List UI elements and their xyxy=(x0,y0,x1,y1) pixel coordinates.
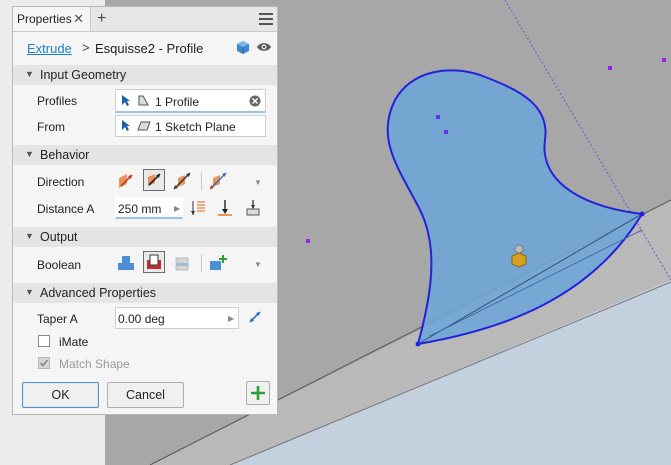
taper-value: 0.00 deg xyxy=(118,312,165,326)
direction-default-button[interactable] xyxy=(115,170,137,192)
chevron-right-icon[interactable]: ▶ xyxy=(174,204,180,213)
toolbar-separator xyxy=(201,254,202,272)
direction-symmetric-button[interactable] xyxy=(171,170,193,192)
profile-shape-icon xyxy=(138,95,149,106)
distance-through-button[interactable] xyxy=(214,197,236,219)
section-advanced-properties[interactable]: ▼ Advanced Properties xyxy=(13,283,277,303)
boolean-new-solid-button[interactable] xyxy=(207,252,229,274)
distance-label: Distance A xyxy=(37,202,95,216)
distance-input[interactable]: 250 mm ▶ xyxy=(115,197,183,219)
match-shape-checkbox[interactable] xyxy=(38,357,50,369)
breadcrumb-separator: > xyxy=(82,40,90,55)
toolbar-separator xyxy=(201,172,202,190)
collapse-icon: ▼ xyxy=(25,231,34,241)
from-label: From xyxy=(37,120,65,134)
boolean-label: Boolean xyxy=(37,258,82,272)
from-selector[interactable]: 1 Sketch Plane xyxy=(115,115,266,137)
direction-flipped-button[interactable] xyxy=(143,169,165,191)
direction-flipped-icon xyxy=(148,173,161,186)
new-solid-icon xyxy=(210,255,227,270)
tab-properties-label: Properties xyxy=(17,12,72,26)
distance-through-icon xyxy=(218,200,232,216)
distance-to-icon xyxy=(191,201,205,215)
profiles-selector[interactable]: 1 Profile xyxy=(115,89,266,113)
breadcrumb: Extrude > Esquisse2 - Profile xyxy=(13,31,277,65)
boolean-intersect-icon xyxy=(175,257,189,271)
from-value: 1 Sketch Plane xyxy=(155,120,236,134)
sketch-point[interactable] xyxy=(662,58,666,62)
sketch-point[interactable] xyxy=(608,66,612,70)
direction-label: Direction xyxy=(37,175,85,189)
page-title: Esquisse2 - Profile xyxy=(95,41,204,56)
distance-between-icon xyxy=(246,200,260,216)
boolean-intersect-button[interactable] xyxy=(171,252,193,274)
direction-asymmetric-button[interactable] xyxy=(207,170,229,192)
section-input-geometry-label: Input Geometry xyxy=(40,68,127,82)
cancel-button[interactable]: Cancel xyxy=(107,382,184,408)
collapse-icon: ▼ xyxy=(25,287,34,297)
profiles-label: Profiles xyxy=(37,94,78,108)
chevron-right-icon[interactable]: ▶ xyxy=(228,314,234,323)
collapse-icon: ▼ xyxy=(25,149,34,159)
cube-icon[interactable] xyxy=(235,39,251,55)
imate-label: iMate xyxy=(59,335,89,349)
match-shape-label: Match Shape xyxy=(59,357,130,371)
checkmark-icon xyxy=(39,359,49,367)
boolean-join-button[interactable] xyxy=(115,252,137,274)
imate-checkbox[interactable] xyxy=(38,335,50,347)
chevron-down-icon[interactable]: ▼ xyxy=(254,260,262,269)
section-output-label: Output xyxy=(40,230,78,244)
sketch-point[interactable] xyxy=(436,115,440,119)
add-tab-icon[interactable]: + xyxy=(97,7,106,31)
eye-icon[interactable] xyxy=(256,41,272,53)
direction-default-icon xyxy=(119,174,133,188)
close-icon[interactable]: ✕ xyxy=(73,7,84,31)
sketch-point[interactable] xyxy=(444,130,448,134)
boolean-join-icon xyxy=(118,256,134,270)
profiles-value: 1 Profile xyxy=(155,95,200,109)
plus-icon xyxy=(251,386,265,400)
section-input-geometry[interactable]: ▼ Input Geometry xyxy=(13,65,277,85)
distance-between-button[interactable] xyxy=(242,197,264,219)
distance-value: 250 mm xyxy=(118,202,162,216)
section-behavior-label: Behavior xyxy=(40,148,90,162)
direction-asymmetric-icon xyxy=(209,172,227,190)
breadcrumb-extrude-link[interactable]: Extrude xyxy=(27,41,72,56)
apply-add-button[interactable] xyxy=(246,381,270,405)
section-behavior[interactable]: ▼ Behavior xyxy=(13,145,277,165)
select-arrow-icon xyxy=(122,120,130,131)
boolean-cut-icon xyxy=(147,254,161,269)
tab-properties[interactable]: Properties ✕ xyxy=(13,7,91,31)
clear-selection-icon[interactable] xyxy=(249,95,261,107)
sketch-point[interactable] xyxy=(306,239,310,243)
section-output[interactable]: ▼ Output xyxy=(13,227,277,247)
properties-panel: Properties ✕ + Extrude > Esquisse2 - Pro… xyxy=(12,6,278,415)
sketch-plane-icon xyxy=(137,121,151,131)
profile-vertex[interactable] xyxy=(415,341,421,347)
select-arrow-icon xyxy=(122,95,130,106)
ok-button[interactable]: OK xyxy=(22,382,99,408)
section-advanced-label: Advanced Properties xyxy=(40,286,157,300)
taper-label: Taper A xyxy=(37,312,78,326)
panel-tab-bar: Properties ✕ + xyxy=(13,7,277,32)
collapse-icon: ▼ xyxy=(25,69,34,79)
distance-to-button[interactable] xyxy=(188,197,210,219)
flip-taper-icon[interactable] xyxy=(247,309,263,325)
taper-input[interactable]: 0.00 deg ▶ xyxy=(115,307,239,329)
boolean-cut-button[interactable] xyxy=(143,251,165,273)
direction-symmetric-icon xyxy=(173,172,191,190)
hamburger-menu-icon[interactable] xyxy=(259,13,273,25)
profile-vertex[interactable] xyxy=(639,211,645,217)
chevron-down-icon[interactable]: ▼ xyxy=(254,178,262,187)
